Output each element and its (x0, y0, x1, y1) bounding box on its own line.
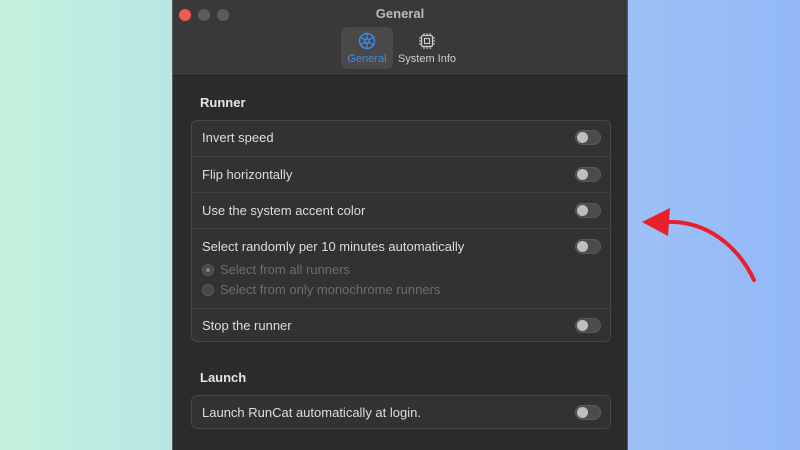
launch-at-login-label: Launch RunCat automatically at login. (202, 405, 421, 420)
radio-button[interactable] (202, 283, 214, 296)
tab-system-info-label: System Info (397, 53, 457, 65)
flip-horizontally-label: Flip horizontally (202, 167, 293, 182)
invert-speed-label: Invert speed (202, 130, 274, 145)
annotation-arrow-icon (642, 208, 756, 282)
select-randomly-toggle[interactable] (575, 239, 601, 254)
radio-all-runners[interactable]: Select from all runners (202, 262, 350, 277)
stop-runner-toggle[interactable] (575, 318, 601, 333)
row-stop-runner: Stop the runner (192, 308, 610, 342)
row-select-randomly: Select randomly per 10 minutes automatic… (192, 228, 610, 308)
tab-system-info[interactable]: System Info (396, 27, 458, 69)
launch-settings-group: Launch RunCat automatically at login. (191, 395, 611, 429)
row-flip-horizontally: Flip horizontally (192, 156, 610, 192)
radio-monochrome-runners[interactable]: Select from only monochrome runners (202, 282, 440, 297)
stop-runner-label: Stop the runner (202, 318, 292, 333)
gear-icon (358, 32, 376, 50)
settings-window: General General System Info Runner Inver… (172, 0, 628, 450)
radio-monochrome-runners-label: Select from only monochrome runners (220, 282, 441, 297)
section-title-launch: Launch (200, 370, 247, 385)
tab-general-label: General (347, 53, 387, 65)
row-invert-speed: Invert speed (192, 121, 610, 156)
titlebar: General General System Info (173, 0, 627, 76)
select-randomly-label: Select randomly per 10 minutes automatic… (202, 239, 465, 254)
runner-settings-group: Invert speed Flip horizontally Use the s… (191, 120, 611, 342)
window-title: General (375, 6, 425, 21)
system-accent-color-toggle[interactable] (575, 203, 601, 218)
section-title-runner: Runner (200, 95, 246, 110)
tab-general[interactable]: General (341, 27, 393, 69)
row-launch-at-login: Launch RunCat automatically at login. (192, 396, 610, 430)
radio-button-selected[interactable] (202, 263, 214, 276)
row-system-accent-color: Use the system accent color (192, 192, 610, 228)
flip-horizontally-toggle[interactable] (575, 167, 601, 182)
launch-at-login-toggle[interactable] (575, 405, 601, 420)
invert-speed-toggle[interactable] (575, 130, 601, 145)
chip-icon (419, 33, 435, 49)
radio-all-runners-label: Select from all runners (220, 262, 351, 277)
system-accent-color-label: Use the system accent color (202, 203, 366, 218)
